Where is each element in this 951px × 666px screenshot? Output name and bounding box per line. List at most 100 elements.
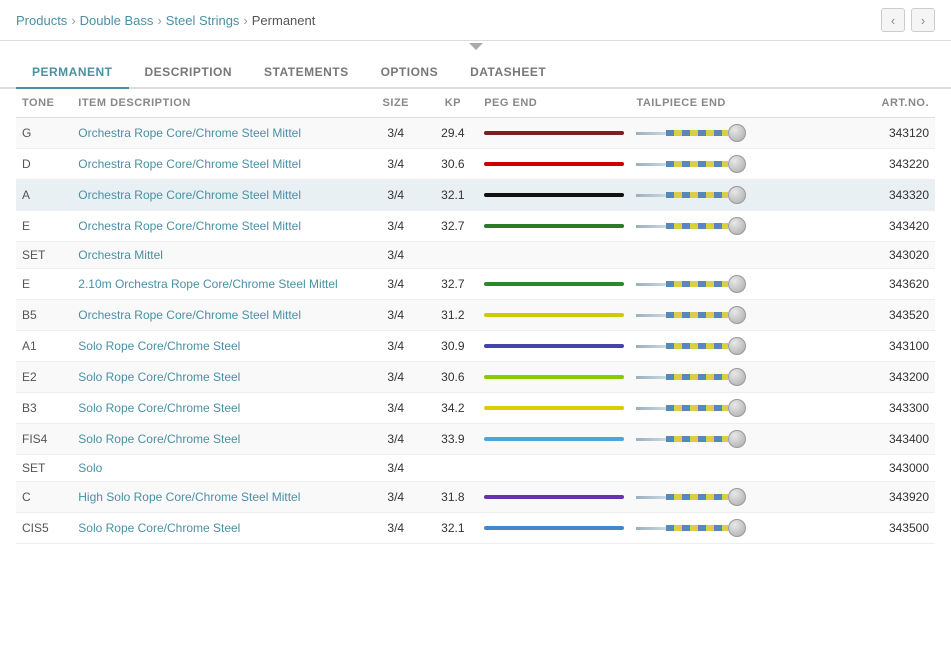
col-artno: ART.NO. [833,89,935,118]
table-row: C High Solo Rope Core/Chrome Steel Mitte… [16,482,935,513]
breadcrumb-sep-3: › [243,13,247,28]
kp-cell: 32.7 [427,269,478,300]
breadcrumb-products[interactable]: Products [16,13,67,28]
desc-cell: Solo Rope Core/Chrome Steel [72,393,364,424]
tone-cell: A [16,180,72,211]
peg-cell [478,211,630,242]
kp-cell: 32.1 [427,513,478,544]
peg-cell [478,149,630,180]
tone-cell: C [16,482,72,513]
peg-cell [478,180,630,211]
kp-cell: 33.9 [427,424,478,455]
artno-cell: 343120 [833,118,935,149]
tailpiece-cell [630,180,833,211]
kp-cell [427,242,478,269]
breadcrumb-double-bass[interactable]: Double Bass [80,13,154,28]
table-row: E Orchestra Rope Core/Chrome Steel Mitte… [16,211,935,242]
desc-cell: Orchestra Rope Core/Chrome Steel Mittel [72,211,364,242]
kp-cell: 29.4 [427,118,478,149]
artno-cell: 343100 [833,331,935,362]
kp-cell: 32.7 [427,211,478,242]
col-kp: kp [427,89,478,118]
tailpiece-cell [630,242,833,269]
tone-cell: E [16,269,72,300]
artno-cell: 343920 [833,482,935,513]
next-arrow[interactable]: › [911,8,935,32]
table-row: G Orchestra Rope Core/Chrome Steel Mitte… [16,118,935,149]
tab-permanent[interactable]: PERMANENT [16,57,129,89]
top-bar: Products › Double Bass › Steel Strings ›… [0,0,951,41]
tab-options[interactable]: OPTIONS [365,57,455,89]
size-cell: 3/4 [364,118,427,149]
tab-statements[interactable]: STATEMENTS [248,57,365,89]
size-cell: 3/4 [364,180,427,211]
tailpiece-cell [630,118,833,149]
desc-cell: Orchestra Rope Core/Chrome Steel Mittel [72,149,364,180]
desc-cell: Solo Rope Core/Chrome Steel [72,362,364,393]
tone-cell: SET [16,455,72,482]
table-row: B5 Orchestra Rope Core/Chrome Steel Mitt… [16,300,935,331]
tab-description[interactable]: DESCRIPTION [129,57,249,89]
tailpiece-cell [630,455,833,482]
size-cell: 3/4 [364,393,427,424]
peg-cell [478,331,630,362]
table-row: SET Solo 3/4 343000 [16,455,935,482]
tabs-bar: PERMANENT DESCRIPTION STATEMENTS OPTIONS… [0,57,951,89]
size-cell: 3/4 [364,242,427,269]
tab-datasheet[interactable]: DATASHEET [454,57,562,89]
breadcrumb-permanent: Permanent [252,13,316,28]
kp-cell: 32.1 [427,180,478,211]
col-tone: TONE [16,89,72,118]
tone-cell: E2 [16,362,72,393]
artno-cell: 343620 [833,269,935,300]
kp-cell [427,455,478,482]
table-container: TONE ITEM DESCRIPTION SIZE kp PEG END TA… [0,89,951,544]
nav-arrows: ‹ › [881,8,935,32]
desc-cell: Orchestra Rope Core/Chrome Steel Mittel [72,118,364,149]
table-row: E2 Solo Rope Core/Chrome Steel 3/4 30.6 … [16,362,935,393]
size-cell: 3/4 [364,455,427,482]
breadcrumb: Products › Double Bass › Steel Strings ›… [16,13,315,28]
table-row: A1 Solo Rope Core/Chrome Steel 3/4 30.9 … [16,331,935,362]
tailpiece-cell [630,331,833,362]
peg-cell [478,513,630,544]
tailpiece-cell [630,424,833,455]
kp-cell: 34.2 [427,393,478,424]
tone-cell: E [16,211,72,242]
tailpiece-cell [630,149,833,180]
desc-cell: Solo Rope Core/Chrome Steel [72,424,364,455]
peg-cell [478,393,630,424]
table-row: D Orchestra Rope Core/Chrome Steel Mitte… [16,149,935,180]
artno-cell: 343220 [833,149,935,180]
size-cell: 3/4 [364,331,427,362]
artno-cell: 343320 [833,180,935,211]
tailpiece-cell [630,513,833,544]
desc-cell: Orchestra Rope Core/Chrome Steel Mittel [72,300,364,331]
breadcrumb-steel-strings[interactable]: Steel Strings [166,13,240,28]
prev-arrow[interactable]: ‹ [881,8,905,32]
breadcrumb-sep-2: › [157,13,161,28]
artno-cell: 343500 [833,513,935,544]
desc-cell: Solo [72,455,364,482]
triangle-indicator [0,43,951,53]
products-table: TONE ITEM DESCRIPTION SIZE kp PEG END TA… [16,89,935,544]
table-row: B3 Solo Rope Core/Chrome Steel 3/4 34.2 … [16,393,935,424]
peg-cell [478,242,630,269]
kp-cell: 30.6 [427,149,478,180]
size-cell: 3/4 [364,149,427,180]
tone-cell: D [16,149,72,180]
table-row: A Orchestra Rope Core/Chrome Steel Mitte… [16,180,935,211]
tailpiece-cell [630,362,833,393]
kp-cell: 30.9 [427,331,478,362]
desc-cell: 2.10m Orchestra Rope Core/Chrome Steel M… [72,269,364,300]
breadcrumb-sep-1: › [71,13,75,28]
artno-cell: 343300 [833,393,935,424]
tone-cell: CIS5 [16,513,72,544]
peg-cell [478,269,630,300]
desc-cell: Solo Rope Core/Chrome Steel [72,331,364,362]
tailpiece-cell [630,393,833,424]
artno-cell: 343000 [833,455,935,482]
tone-cell: B3 [16,393,72,424]
peg-cell [478,424,630,455]
table-row: E 2.10m Orchestra Rope Core/Chrome Steel… [16,269,935,300]
